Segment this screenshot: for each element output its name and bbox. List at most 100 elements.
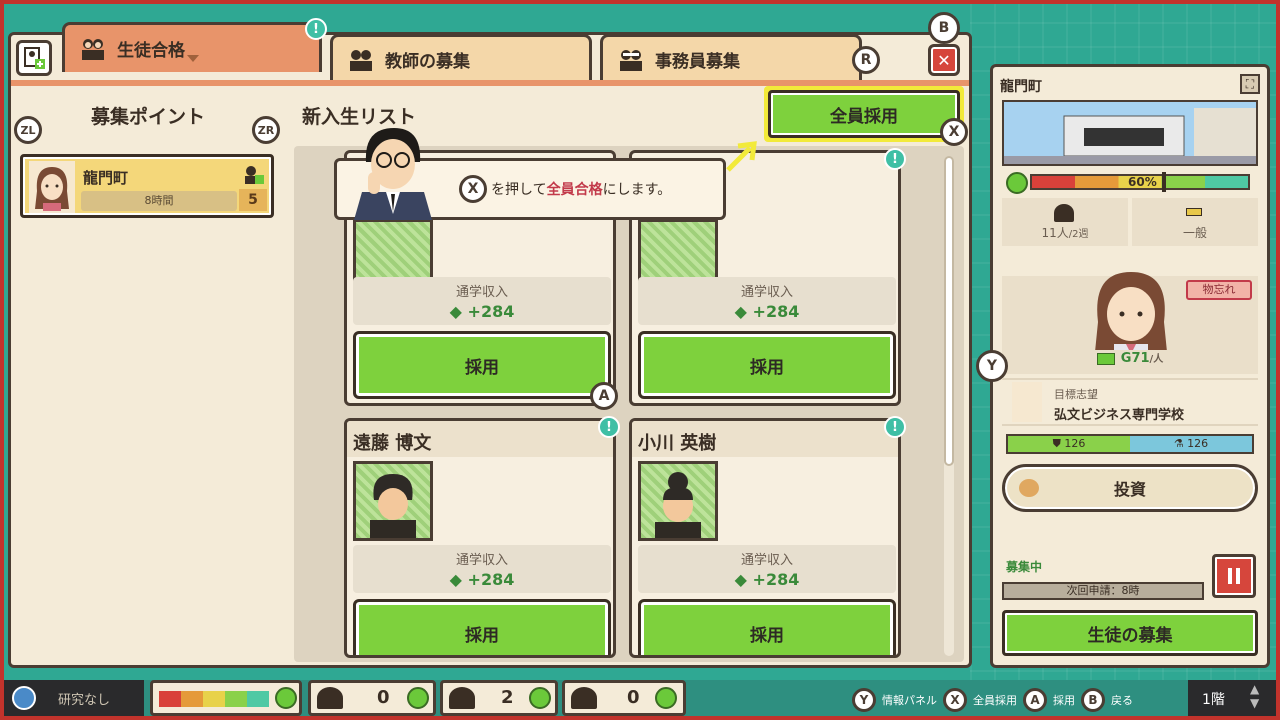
- close-button[interactable]: ✕: [928, 44, 960, 76]
- stat-type-label: 一般: [1182, 226, 1207, 240]
- r-button-hint: R: [852, 46, 880, 74]
- goal-row: 目標志望 弘文ビジネス専門学校: [1002, 378, 1258, 426]
- stat-people: 11人: [1041, 226, 1069, 240]
- expand-icon[interactable]: ⛶: [1240, 74, 1260, 94]
- tab-student-admission[interactable]: 生徒合格: [62, 22, 322, 72]
- satisfaction-meter: 60%: [1030, 172, 1250, 192]
- money-icon: ◆: [449, 570, 468, 589]
- type-icon: [1186, 208, 1202, 216]
- next-application: 次回申請：8時: [1002, 582, 1204, 600]
- alert-icon: !: [305, 18, 327, 40]
- commute-income: 通学収入 ◆ +284: [638, 277, 896, 325]
- student-card[interactable]: 小川 英樹 通学収入 ◆ +284 採用: [629, 418, 901, 658]
- b-button-hint: B: [928, 12, 960, 44]
- hire-button[interactable]: 採用: [638, 331, 896, 399]
- invest-button[interactable]: 投資: [1002, 464, 1258, 512]
- chevron-down-icon: [187, 55, 199, 62]
- add-student-icon: [243, 165, 265, 185]
- research-area: 研究なし: [4, 680, 144, 716]
- tab-label: 生徒合格: [117, 41, 185, 61]
- hire-label: 採用: [465, 357, 499, 378]
- income-label: 通学収入: [740, 285, 793, 300]
- student-count: 0: [377, 687, 390, 708]
- goal-label: 目標志望: [1054, 388, 1098, 401]
- avatar: [29, 161, 75, 213]
- meter-percent: 60%: [1128, 175, 1157, 189]
- search-icon[interactable]: [12, 686, 36, 710]
- recruit-status: 募集中: [1006, 560, 1043, 574]
- commute-income: 通学収入 ◆ +284: [638, 545, 896, 593]
- zl-button-hint: ZL: [14, 116, 42, 144]
- tooltip-text-pre: を押して: [491, 182, 547, 198]
- staff-count: 0: [627, 687, 640, 708]
- pause-button[interactable]: [1212, 554, 1256, 598]
- hire-all-button[interactable]: 全員採用: [764, 86, 964, 142]
- tooltip-text-post: にします。: [602, 182, 672, 198]
- students-icon: [82, 38, 104, 60]
- hire-button[interactable]: 採用: [638, 599, 896, 655]
- x-key-icon: X: [943, 688, 967, 712]
- student-icon: [1054, 204, 1074, 222]
- hint-label: 全員採用: [973, 694, 1017, 707]
- mood-icon: [1006, 172, 1028, 194]
- income-label: 通学収入: [455, 285, 508, 300]
- recruit-students-button[interactable]: 生徒の募集: [1002, 610, 1258, 656]
- x-key-icon: X: [459, 175, 487, 203]
- pause-icon: [1228, 568, 1240, 584]
- student-portrait: [638, 461, 718, 541]
- close-icon: ✕: [937, 50, 951, 70]
- teachers-icon: [350, 49, 372, 71]
- mood-icon: [275, 687, 297, 709]
- town-item[interactable]: 龍門町 8時間 5: [20, 154, 274, 218]
- y-key-icon: Y: [852, 688, 876, 712]
- income-value: +284: [467, 570, 515, 589]
- tab-teacher-recruit[interactable]: 教師の募集: [330, 34, 592, 82]
- a-button-hint: A: [590, 382, 618, 410]
- hire-all-label: 全員採用: [830, 106, 898, 127]
- goal-school: 弘文ビジネス専門学校: [1054, 408, 1185, 423]
- scrollbar-thumb[interactable]: [944, 156, 954, 466]
- student-card[interactable]: 遠藤 博文 通学収入 ◆ +284 採用: [344, 418, 616, 658]
- student-name: 遠藤 博文: [347, 421, 613, 457]
- income-value: +284: [752, 302, 800, 321]
- floor-indicator[interactable]: 1階 ▲ ▼: [1188, 680, 1276, 716]
- tab-label: 事務員募集: [655, 52, 740, 72]
- info-panel-title: 龍門町: [1000, 79, 1042, 95]
- student-portrait: [353, 461, 433, 541]
- ability-right: ⚗ 126: [1130, 436, 1252, 452]
- trait-tag: 物忘れ: [1186, 280, 1252, 300]
- income-value: +284: [752, 570, 800, 589]
- mood-icon: [407, 687, 429, 709]
- a-key-icon: A: [1023, 688, 1047, 712]
- teacher-count-slot: 2: [440, 680, 558, 716]
- town-count: 5: [239, 189, 267, 211]
- fee: G71/人: [1002, 350, 1258, 374]
- hire-button[interactable]: 採用: [353, 331, 611, 399]
- town-image: [1002, 100, 1258, 166]
- money-icon: ◆: [734, 302, 753, 321]
- tab-staff-recruit[interactable]: 事務員募集: [600, 34, 862, 82]
- bottom-meter: [150, 680, 302, 716]
- town-name: 龍門町: [83, 169, 129, 187]
- student-count-slot: 0: [308, 680, 436, 716]
- recruit-label: 生徒の募集: [1087, 625, 1173, 646]
- mood-icon: [529, 687, 551, 709]
- income-label: 通学収入: [740, 553, 793, 568]
- teachers-icon: [449, 687, 475, 709]
- staff-icon: [571, 687, 597, 709]
- student-add-icon: [16, 40, 52, 76]
- meter-marker: [1161, 172, 1166, 192]
- commute-income: 通学収入 ◆ +284: [353, 277, 611, 325]
- zr-button-hint: ZR: [252, 116, 280, 144]
- control-hints: Y 情報パネル X 全員採用 A 採用 B 戻る: [852, 686, 1188, 714]
- invest-icon: [1019, 479, 1039, 497]
- stat-period: /2週: [1068, 229, 1089, 240]
- floor-arrows-icon: ▲ ▼: [1250, 682, 1260, 710]
- alert-icon: !: [598, 416, 620, 438]
- student-name: 小川 英樹: [632, 421, 898, 457]
- income-value: +284: [467, 302, 515, 321]
- mood-icon: [655, 687, 677, 709]
- scrollbar[interactable]: [944, 156, 954, 656]
- ability-left: ⛊ 126: [1008, 436, 1130, 452]
- hire-button[interactable]: 採用: [353, 599, 611, 655]
